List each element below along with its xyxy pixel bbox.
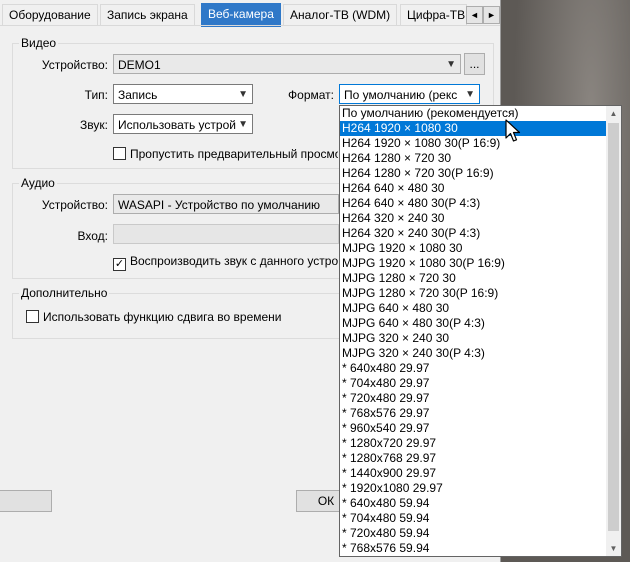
browse-button[interactable]: ... [464, 53, 485, 75]
format-option[interactable]: * 704x480 59.94 [340, 511, 607, 526]
format-option[interactable]: * 720x480 29.97 [340, 391, 607, 406]
format-option[interactable]: H264 1920 × 1080 30(P 16:9) [340, 136, 607, 151]
format-option[interactable]: H264 1920 × 1080 30 [340, 121, 607, 136]
tab-divider [0, 25, 500, 26]
format-label: Формат: [288, 88, 334, 102]
scroll-up-icon[interactable]: ▲ [606, 106, 621, 121]
timeshift-checkbox[interactable]: Использовать функцию сдвига во времени [26, 310, 282, 324]
skip-preview-label: Пропустить предварительный просмо [130, 147, 338, 161]
tab-digital-tv[interactable]: Цифра-ТВ [400, 4, 467, 26]
dropdown-scrollbar[interactable]: ▲ ▼ [606, 106, 621, 556]
tab-analog-tv[interactable]: Аналог-ТВ (WDM) [283, 4, 398, 26]
format-option[interactable]: MJPG 1280 × 720 30(P 16:9) [340, 286, 607, 301]
format-option[interactable]: * 960x540 29.97 [340, 421, 607, 436]
chevron-down-icon: ▼ [238, 89, 248, 100]
format-option[interactable]: * 1280x720 29.97 [340, 436, 607, 451]
format-option[interactable]: * 1920x1080 29.97 [340, 481, 607, 496]
chevron-down-icon: ▼ [446, 59, 456, 70]
scroll-down-icon[interactable]: ▼ [606, 541, 621, 556]
format-option[interactable]: H264 1280 × 720 30(P 16:9) [340, 166, 607, 181]
format-option[interactable]: MJPG 320 × 240 30 [340, 331, 607, 346]
format-option[interactable]: MJPG 640 × 480 30 [340, 301, 607, 316]
video-group-title: Видео [19, 36, 59, 50]
format-option[interactable]: * 640x480 29.97 [340, 361, 607, 376]
format-option[interactable]: По умолчанию (рекомендуется) [340, 106, 607, 121]
format-option[interactable]: MJPG 320 × 240 30(P 4:3) [340, 346, 607, 361]
format-option[interactable]: * 1440x900 29.97 [340, 466, 607, 481]
format-options: По умолчанию (рекомендуется) H264 1920 × … [340, 106, 607, 556]
footer-button-left[interactable] [0, 490, 52, 512]
format-option[interactable]: H264 640 × 480 30(P 4:3) [340, 196, 607, 211]
format-option[interactable]: * 768x576 59.94 [340, 541, 607, 556]
checkbox-box: ✓ [113, 258, 126, 271]
video-device-select[interactable]: DEMO1 ▼ [113, 54, 461, 74]
checkbox-box [26, 310, 39, 323]
audio-input-select[interactable] [113, 224, 339, 244]
format-dropdown-list: По умолчанию (рекомендуется) H264 1920 × … [339, 105, 622, 557]
audio-device-select[interactable]: WASAPI - Устройство по умолчанию [113, 194, 339, 214]
format-option[interactable]: * 720x480 59.94 [340, 526, 607, 541]
play-sound-checkbox[interactable]: ✓ Воспроизводить звук с данного устрой [113, 254, 338, 271]
mouse-cursor-icon [505, 119, 521, 142]
timeshift-label: Использовать функцию сдвига во времени [43, 310, 282, 324]
audio-group-title: Аудио [19, 176, 57, 190]
sound-value: Использовать устрой [118, 118, 236, 132]
type-value: Запись [118, 88, 158, 102]
checkbox-box [113, 147, 126, 160]
format-option[interactable]: * 704x480 29.97 [340, 376, 607, 391]
format-option[interactable]: * 640x480 59.94 [340, 496, 607, 511]
tab-hardware[interactable]: Оборудование [2, 4, 98, 26]
format-option[interactable]: H264 640 × 480 30 [340, 181, 607, 196]
format-option[interactable]: * 768x576 29.97 [340, 406, 607, 421]
sound-select[interactable]: Использовать устрой ▼ [113, 114, 253, 134]
type-select[interactable]: Запись ▼ [113, 84, 253, 104]
format-option[interactable]: MJPG 640 × 480 30(P 4:3) [340, 316, 607, 331]
advanced-group-title: Дополнительно [19, 286, 110, 300]
video-device-label: Устройство: [41, 58, 108, 72]
play-sound-label: Воспроизводить звук с данного устрой [130, 254, 338, 268]
input-label: Вход: [77, 229, 108, 243]
format-value: По умолчанию (рекс [344, 88, 458, 102]
audio-device-label: Устройство: [41, 198, 108, 212]
video-device-value: DEMO1 [118, 58, 161, 72]
format-option[interactable]: H264 320 × 240 30 [340, 211, 607, 226]
format-option[interactable]: MJPG 1280 × 720 30 [340, 271, 607, 286]
sound-label: Звук: [80, 118, 108, 132]
format-option[interactable]: * 1280x768 29.97 [340, 451, 607, 466]
chevron-down-icon: ▼ [465, 89, 475, 100]
chevron-down-icon: ▼ [238, 119, 248, 130]
format-option[interactable]: H264 1280 × 720 30 [340, 151, 607, 166]
tab-scroll-right-icon[interactable]: ► [483, 6, 500, 24]
format-option[interactable]: H264 320 × 240 30(P 4:3) [340, 226, 607, 241]
tab-webcam[interactable]: Веб-камера [201, 3, 281, 27]
format-select[interactable]: По умолчанию (рекс ▼ [339, 84, 480, 104]
skip-preview-checkbox[interactable]: Пропустить предварительный просмо [113, 147, 338, 161]
scrollbar-thumb[interactable] [608, 123, 619, 531]
type-label: Тип: [84, 88, 108, 102]
tab-screen-capture[interactable]: Запись экрана [100, 4, 195, 26]
format-option[interactable]: MJPG 1920 × 1080 30 [340, 241, 607, 256]
format-option[interactable]: MJPG 1920 × 1080 30(P 16:9) [340, 256, 607, 271]
tab-bar: Оборудование Запись экрана Веб-камера Ан… [0, 3, 500, 27]
audio-device-value: WASAPI - Устройство по умолчанию [118, 198, 321, 212]
tab-scroll-left-icon[interactable]: ◄ [466, 6, 483, 24]
